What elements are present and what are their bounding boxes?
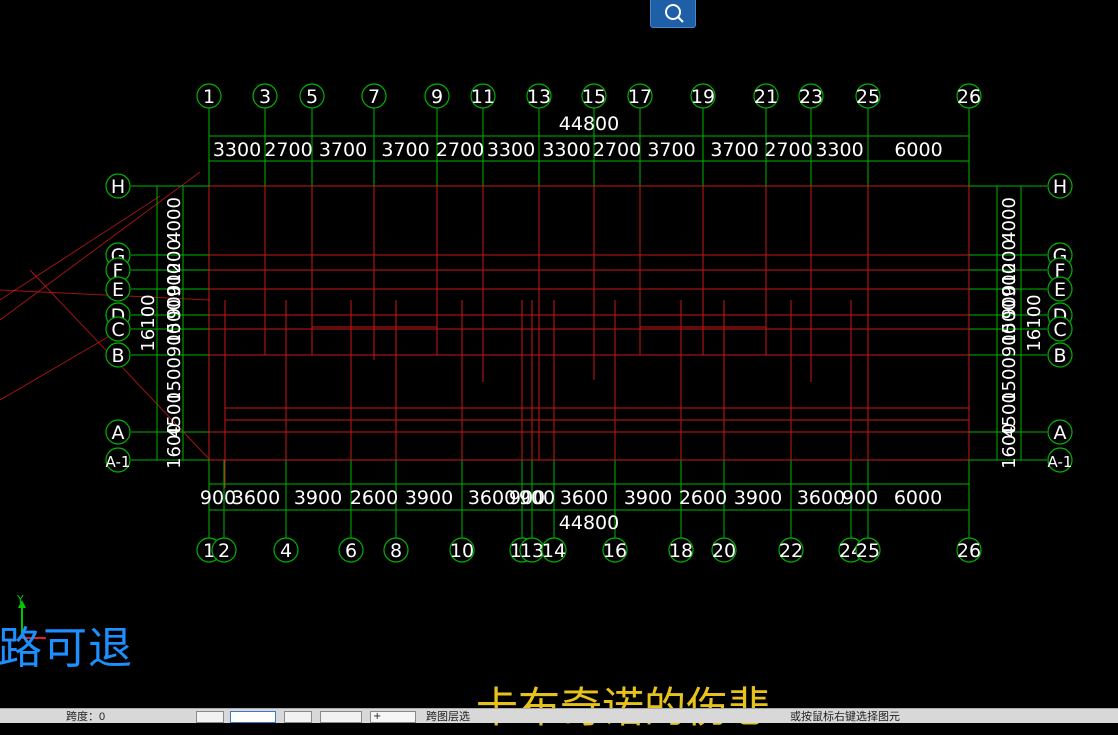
bottom-dimension-label: 3900 <box>624 487 672 509</box>
row-dimension-label: 4000 <box>164 197 185 243</box>
axis-bubble-label: 11 <box>471 86 495 108</box>
axis-bubble-label: 19 <box>691 86 715 108</box>
search-button[interactable] <box>650 0 696 28</box>
axis-bubble-label: H <box>1053 176 1067 198</box>
top-dimension-label: 2700 <box>264 139 312 161</box>
bottom-dimension-label: 900 <box>519 487 555 509</box>
top-dimension-label: 2700 <box>764 139 812 161</box>
overlay-lyric-bottom: 卡布奇诺的伤悲 <box>476 674 770 735</box>
axis-bubble-label: E <box>1054 279 1066 301</box>
row-dimension-label: 900 <box>999 323 1020 357</box>
axis-bubble-label: 22 <box>779 540 803 562</box>
top-dimension-label: 3300 <box>542 139 590 161</box>
row-total-dimension: 16100 <box>138 294 159 351</box>
status-bar: 跨度：0 + 跨图层选 或按鼠标右键选择图元 <box>0 708 1118 723</box>
top-total-dimension: 44800 <box>559 113 619 135</box>
bottom-dimension-label: 6000 <box>894 487 942 509</box>
top-dimension-label: 3300 <box>487 139 535 161</box>
axis-bubble-label: H <box>111 176 125 198</box>
top-dimension-label: 6000 <box>894 139 942 161</box>
row-dimension-label: 1600 <box>999 423 1020 469</box>
axis-bubble-label: B <box>111 345 124 367</box>
axis-bubble-label: C <box>1053 319 1066 341</box>
bottom-dimension-label: 3900 <box>294 487 342 509</box>
top-dimension-label: 3700 <box>381 139 429 161</box>
bottom-dimension-label: 2600 <box>350 487 398 509</box>
bottom-dimension-label: 3600 <box>560 487 608 509</box>
top-dimension-label: 3700 <box>319 139 367 161</box>
axis-bubble-label: 23 <box>799 86 823 108</box>
cross-select-button[interactable] <box>284 711 312 723</box>
search-icon <box>665 4 684 23</box>
top-dimension-label: 3700 <box>710 139 758 161</box>
overlay-lyric-left: 路可退 <box>0 623 133 674</box>
row-dimension-label: 4000 <box>999 197 1020 243</box>
bottom-total-dimension: 44800 <box>559 512 619 534</box>
bottom-dimension-label: 3900 <box>405 487 453 509</box>
top-dimension-label: 2700 <box>593 139 641 161</box>
axis-bubble-label: 3 <box>259 86 271 108</box>
axis-bubble-label: 14 <box>542 540 566 562</box>
bottom-dimension-label: 3600 <box>797 487 845 509</box>
bottom-dimension-label: 3900 <box>734 487 782 509</box>
top-dimension-label: 2700 <box>436 139 484 161</box>
axis-bubble-label: 9 <box>431 86 443 108</box>
top-dimension-label: 3300 <box>213 139 261 161</box>
axis-bubble-label: 20 <box>712 540 736 562</box>
bottom-dimension-label: 900 <box>200 487 236 509</box>
axis-bubble-label: C <box>111 319 124 341</box>
axis-bubble-label: 6 <box>345 540 357 562</box>
layer-select-button[interactable] <box>230 711 276 723</box>
row-dimension-label: 1600 <box>164 423 185 469</box>
axis-bubble-label: 18 <box>669 540 693 562</box>
axis-bubble-label: 5 <box>306 86 318 108</box>
axis-bubble-label: 10 <box>450 540 474 562</box>
axis-bubble-label: 26 <box>957 86 981 108</box>
axis-bubble-label: 7 <box>368 86 380 108</box>
axis-bubble-label: 25 <box>856 540 880 562</box>
bottom-dimension-label: 3600 <box>232 487 280 509</box>
axis-bubble-label: 21 <box>754 86 778 108</box>
axis-bubble-label: 15 <box>582 86 606 108</box>
axis-bubble-label: 13 <box>520 540 544 562</box>
row-dimension-label: 900 <box>164 323 185 357</box>
axis-bubble-label: 13 <box>527 86 551 108</box>
axis-bubble-label: A-1 <box>1048 453 1073 471</box>
mode-combo[interactable]: + <box>370 711 416 723</box>
snap-toggle-button[interactable] <box>196 711 224 723</box>
top-dimension-label: 3700 <box>647 139 695 161</box>
axis-bubble-label: 16 <box>603 540 627 562</box>
axis-bubble-label: A-1 <box>106 453 131 471</box>
axis-bubble-label: 8 <box>390 540 402 562</box>
top-dimension-label: 3300 <box>815 139 863 161</box>
axis-bubble-label: 1 <box>203 86 215 108</box>
background-line <box>0 329 121 401</box>
axis-bubble-label: 2 <box>218 540 230 562</box>
bottom-dimension-label: 2600 <box>679 487 727 509</box>
cad-drawing-canvas[interactable]: 448003300 2700 3700 3700 2700 3300 3300 2700 370… <box>0 0 1118 722</box>
line-tool-button[interactable] <box>320 711 362 723</box>
axis-bubble-label: A <box>112 422 125 444</box>
axis-bubble-label: 26 <box>957 540 981 562</box>
axis-bubble-label: A <box>1054 422 1067 444</box>
background-line <box>0 195 161 301</box>
row-total-dimension: 16100 <box>1024 294 1045 351</box>
axis-bubble-label: 25 <box>856 86 880 108</box>
bottom-dimension-label: 900 <box>842 487 878 509</box>
axis-bubble-label: B <box>1053 345 1066 367</box>
ucs-y-label: Y <box>16 593 24 606</box>
axis-bubble-label: 17 <box>628 86 652 108</box>
axis-bubble-label: E <box>112 279 124 301</box>
axis-bubble-label: 4 <box>280 540 292 562</box>
